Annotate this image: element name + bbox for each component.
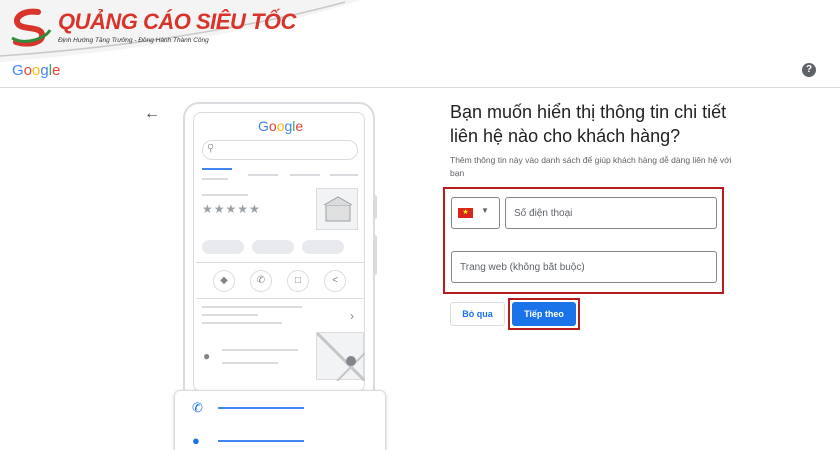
- phone-chip: [202, 240, 244, 254]
- brand-name: QUẢNG CÁO SIÊU TỐC: [58, 9, 296, 34]
- phone-text-line: [202, 322, 282, 324]
- map-thumbnail-icon: [315, 331, 367, 383]
- flag-star-icon: ★: [462, 209, 469, 216]
- search-icon: ⚲: [207, 143, 215, 154]
- phone-divider: [196, 262, 364, 263]
- phone-chip: [302, 240, 344, 254]
- brand-tagline: Định Hướng Tăng Trưởng - Đồng Hành Thành…: [58, 37, 209, 44]
- directions-icon: ◆: [213, 270, 235, 292]
- share-icon: <: [324, 270, 346, 292]
- phone-text-line: [202, 314, 258, 316]
- business-thumbnail-icon: [316, 188, 358, 230]
- phone-side-button: [373, 195, 377, 219]
- phone-tab-line: [202, 168, 232, 170]
- phone-side-button: [373, 235, 377, 275]
- phone-divider: [202, 178, 228, 180]
- call-icon: ✆: [250, 270, 272, 292]
- back-arrow-icon[interactable]: ←: [144, 106, 160, 122]
- brand-logo-icon: [11, 8, 52, 47]
- chevron-right-icon: ›: [350, 309, 354, 323]
- page-description: Thêm thông tin này vào danh sách để giúp…: [450, 155, 732, 178]
- rating-stars: ★★★★★: [202, 202, 261, 216]
- phone-call-icon: ✆: [192, 400, 203, 415]
- google-logo[interactable]: Google: [12, 62, 60, 79]
- card-line: [218, 407, 304, 409]
- phone-tab-line: [290, 174, 320, 176]
- website-input[interactable]: [451, 251, 717, 283]
- next-button[interactable]: Tiếp theo: [512, 302, 576, 326]
- chevron-down-icon: ▼: [481, 206, 489, 215]
- phone-tab-line: [330, 174, 358, 176]
- page-title: Bạn muốn hiển thị thông tin chi tiết liê…: [450, 102, 727, 146]
- phone-chip: [252, 240, 294, 254]
- phone-text-line: [222, 362, 278, 364]
- phone-text-line: [202, 194, 248, 196]
- phone-number-input[interactable]: [505, 197, 717, 229]
- skip-button[interactable]: Bỏ qua: [450, 302, 505, 326]
- phone-text-line: [222, 349, 298, 351]
- globe-icon: ●: [192, 433, 200, 448]
- card-line: [218, 440, 304, 442]
- top-bar: QUẢNG CÁO SIÊU TỐC Định Hướng Tăng Trưởn…: [0, 0, 840, 88]
- phone-google-logo: Google: [258, 118, 304, 134]
- phone-search-bar: [202, 140, 358, 160]
- phone-tab-line: [248, 174, 278, 176]
- location-pin-icon: ●: [203, 349, 211, 363]
- bookmark-icon: □: [287, 270, 309, 292]
- phone-text-line: [202, 306, 302, 308]
- phone-divider: [196, 298, 364, 299]
- help-icon[interactable]: ?: [802, 63, 816, 77]
